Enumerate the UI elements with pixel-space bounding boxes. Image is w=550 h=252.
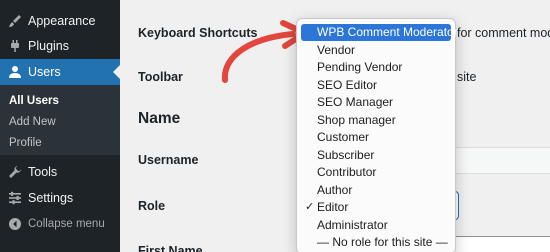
submenu-item-add-new[interactable]: Add New: [9, 116, 56, 128]
role-option-shop-manager[interactable]: Shop manager: [301, 112, 451, 129]
role-label: Role: [138, 199, 166, 213]
collapse-arrow-icon: [8, 217, 22, 231]
role-option-administrator[interactable]: Administrator: [301, 217, 451, 234]
sidebar-item-label: Plugins: [28, 39, 69, 53]
username-field[interactable]: [440, 147, 550, 174]
role-option-editor[interactable]: ✓ Editor: [301, 199, 451, 216]
submenu-item-all-users[interactable]: All Users: [9, 95, 59, 107]
sidebar-item-plugins[interactable]: Plugins: [0, 33, 120, 59]
toolbar-label: Toolbar: [138, 70, 183, 84]
role-option-customer[interactable]: Customer: [301, 129, 451, 146]
settings-icon: [8, 191, 22, 205]
keyboard-shortcuts-description: for comment moder: [457, 26, 550, 40]
wrench-icon: [8, 165, 22, 179]
sidebar-item-label: Users: [28, 65, 61, 79]
sidebar-item-label: Settings: [28, 191, 74, 205]
plug-icon: [8, 39, 22, 53]
role-option-label: Editor: [317, 200, 349, 214]
role-option-seo-editor[interactable]: SEO Editor: [301, 77, 451, 94]
role-option-vendor[interactable]: Vendor: [301, 42, 451, 59]
sidebar-item-label: Appearance: [28, 14, 96, 28]
admin-sidebar: Appearance Plugins Users All Users Add N…: [0, 0, 120, 252]
role-option-no-role[interactable]: — No role for this site —: [301, 234, 451, 251]
collapse-menu-button[interactable]: Collapse menu: [0, 211, 120, 237]
current-menu-pointer: [113, 65, 120, 79]
sidebar-item-tools[interactable]: Tools: [0, 159, 120, 185]
role-option-pending-vendor[interactable]: Pending Vendor: [301, 59, 451, 76]
toolbar-description: site: [457, 70, 477, 84]
role-dropdown-menu: WPB Comment Moderator Vendor Pending Ven…: [296, 18, 458, 252]
first-name-label: First Name: [138, 244, 203, 252]
sidebar-item-users[interactable]: Users: [0, 59, 120, 85]
first-name-field[interactable]: [440, 236, 550, 252]
submenu-item-profile[interactable]: Profile: [9, 137, 42, 149]
sidebar-item-label: Collapse menu: [28, 218, 105, 230]
username-label: Username: [138, 153, 199, 167]
role-option-contributor[interactable]: Contributor: [301, 164, 451, 181]
sidebar-item-settings[interactable]: Settings: [0, 185, 120, 211]
checkmark-icon: ✓: [305, 201, 315, 213]
name-section-heading: Name: [138, 110, 181, 127]
user-icon: [8, 65, 22, 79]
role-option-seo-manager[interactable]: SEO Manager: [301, 94, 451, 111]
users-submenu: All Users Add New Profile: [0, 85, 120, 155]
role-option-author[interactable]: Author: [301, 182, 451, 199]
sidebar-item-appearance[interactable]: Appearance: [0, 8, 120, 34]
paintbrush-icon: [8, 14, 22, 28]
sidebar-item-label: Tools: [28, 165, 58, 179]
role-option-subscriber[interactable]: Subscriber: [301, 147, 451, 164]
role-option-wpb-comment-moderator[interactable]: WPB Comment Moderator: [301, 24, 458, 41]
